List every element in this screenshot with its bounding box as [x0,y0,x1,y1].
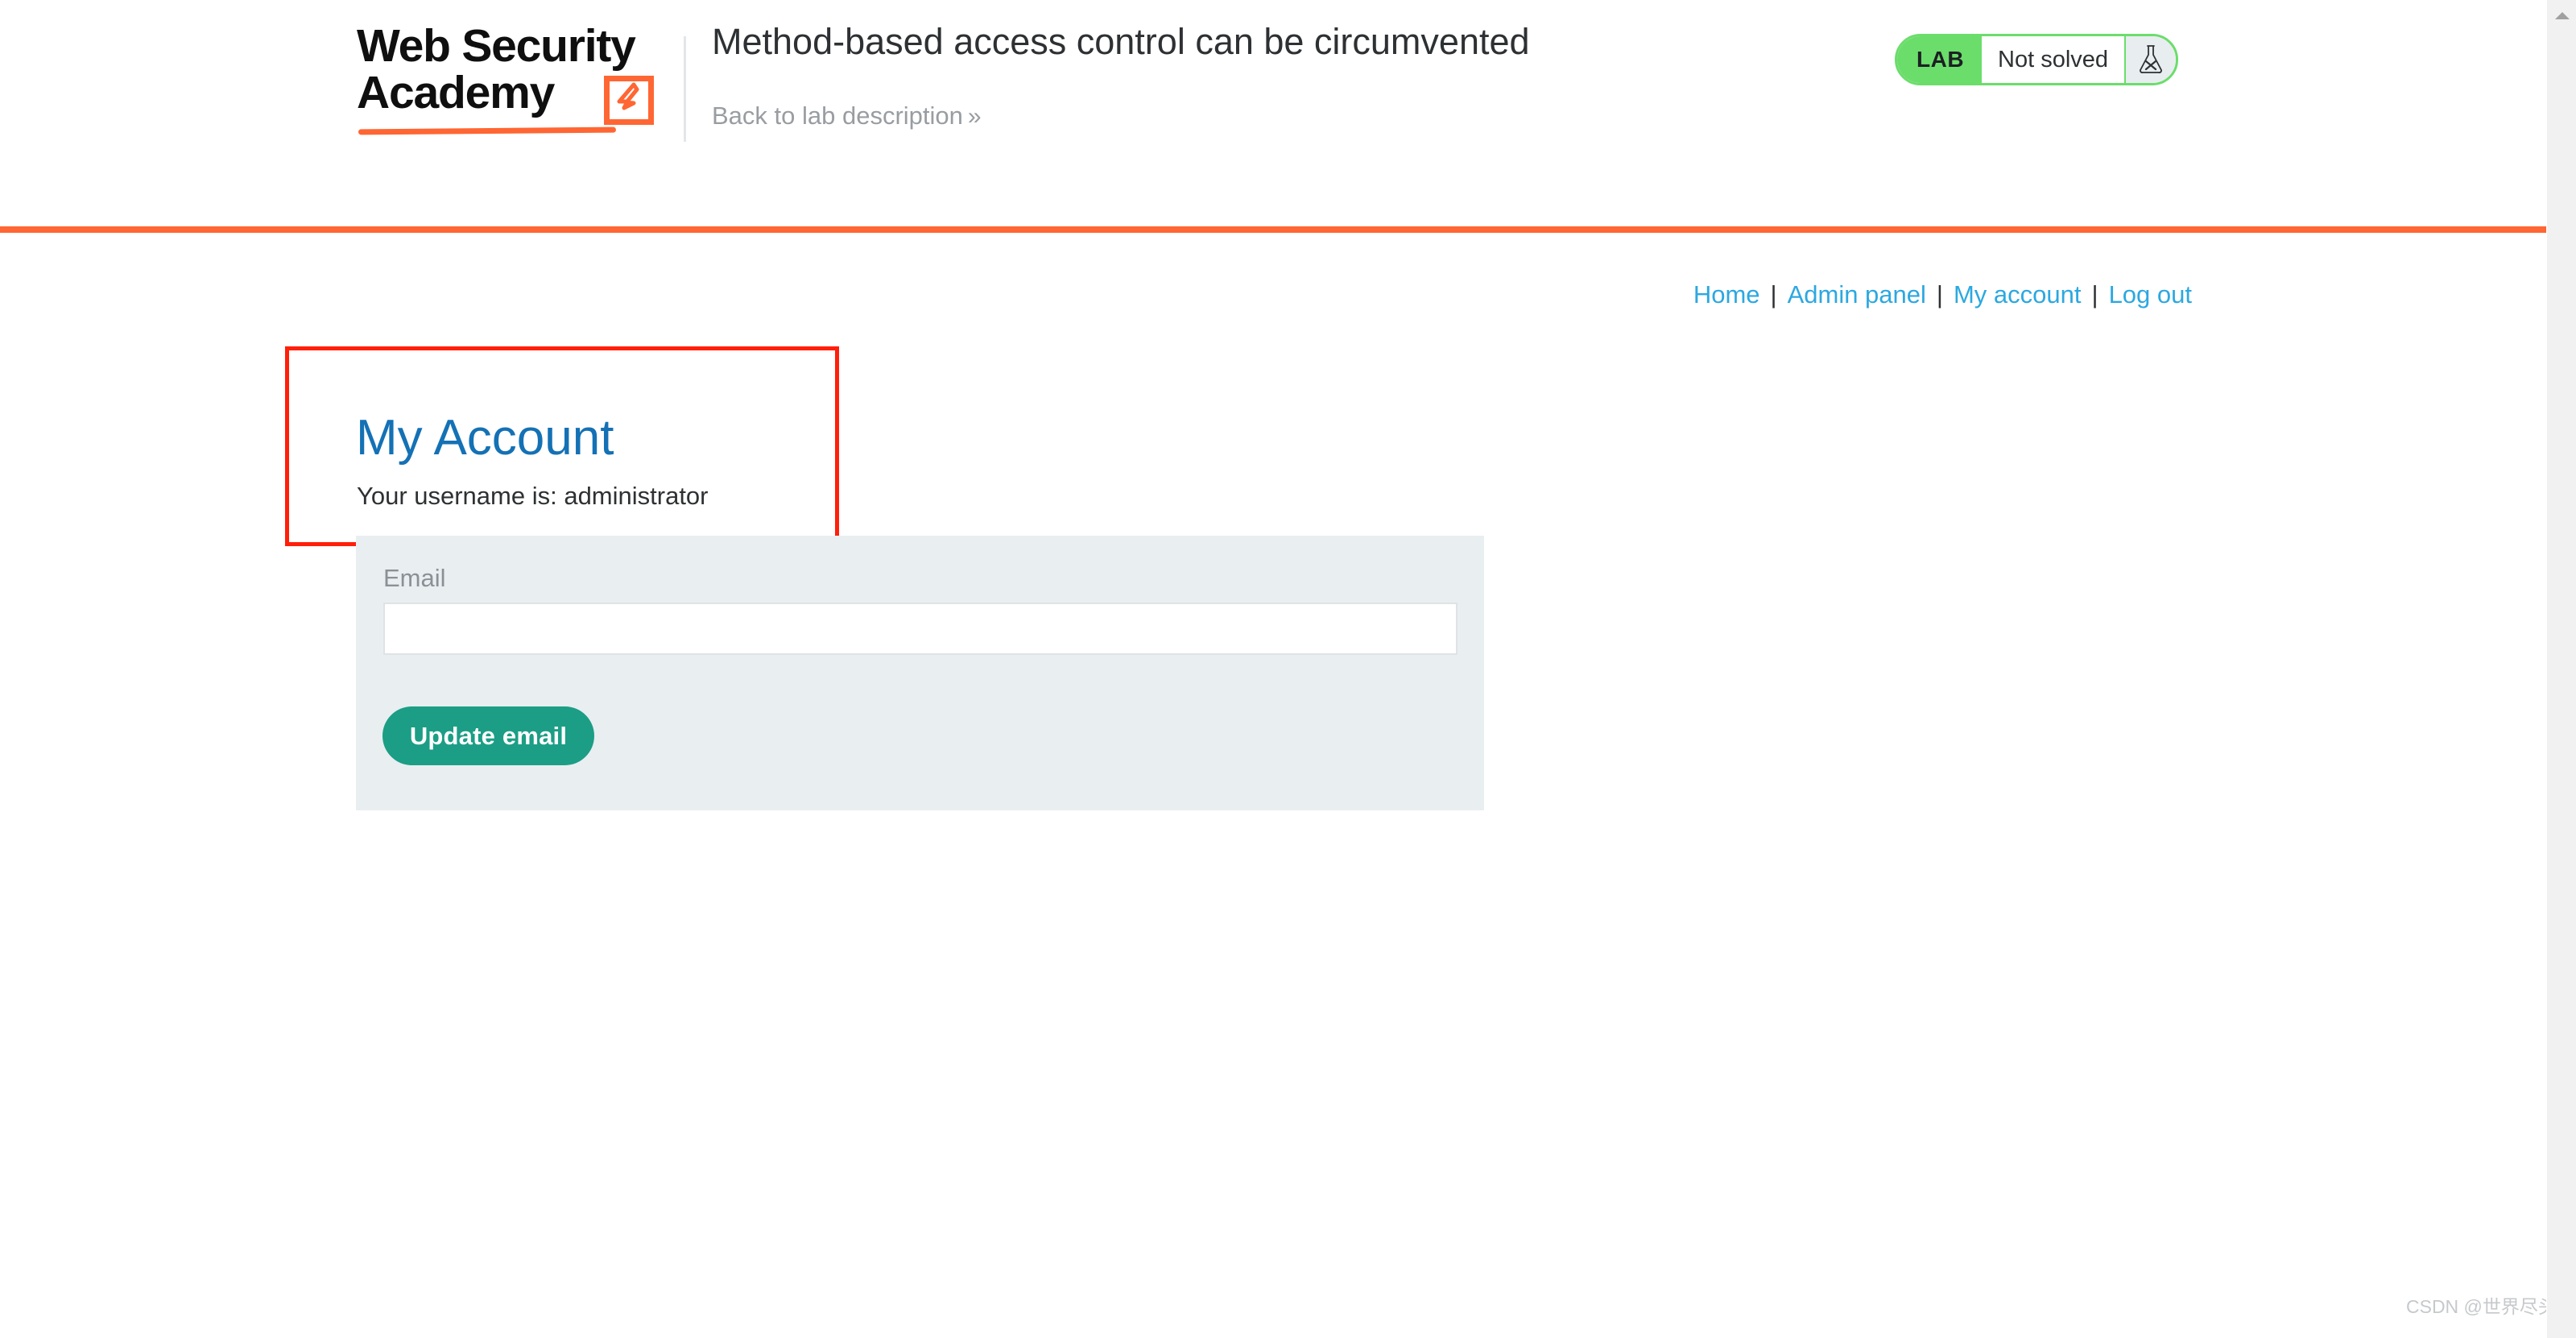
web-security-academy-logo[interactable]: Web Security Academy [357,23,679,151]
nav-link-admin-panel[interactable]: Admin panel [1788,280,1926,309]
back-to-lab-description-link[interactable]: Back to lab description» [712,101,982,131]
shop-navigation: Home | Admin panel | My account | Log out [1693,280,2192,310]
username-text: Your username is: administrator [357,482,709,510]
update-email-form-panel: Email Update email [356,536,1484,810]
lab-status-text: Not solved [1982,36,2125,83]
logo-line-1: Web Security [357,20,636,72]
lightning-bolt-icon [604,76,654,125]
my-account-heading: My Account [356,409,614,466]
email-field-label: Email [383,564,446,592]
csdn-watermark: CSDN @世界尽头与你 [2406,1296,2546,1317]
header-vertical-divider [684,36,686,142]
header-orange-divider [0,226,2546,233]
page-viewport: Web Security Academy Method-based access… [0,0,2546,1338]
caret-up-icon[interactable] [2547,0,2576,30]
lab-tag-label: LAB [1897,36,1983,83]
lab-status-badge[interactable]: LAB Not solved [1895,34,2179,85]
vertical-scrollbar[interactable] [2546,0,2576,1338]
email-input[interactable] [383,603,1458,655]
nav-separator: | [2091,280,2098,309]
nav-link-home[interactable]: Home [1693,280,1760,309]
nav-link-log-out[interactable]: Log out [2109,280,2192,309]
back-to-lab-label: Back to lab description [712,101,963,130]
academy-header: Web Security Academy Method-based access… [0,0,2546,230]
double-chevron-right-icon: » [967,103,982,130]
flask-not-solved-icon [2124,36,2177,83]
nav-link-my-account[interactable]: My account [1954,280,2082,309]
page-title: Method-based access control can be circu… [712,21,1530,62]
update-email-button[interactable]: Update email [382,706,594,765]
nav-separator: | [1770,280,1777,309]
logo-underline-stroke [358,126,617,135]
nav-separator: | [1936,280,1943,309]
